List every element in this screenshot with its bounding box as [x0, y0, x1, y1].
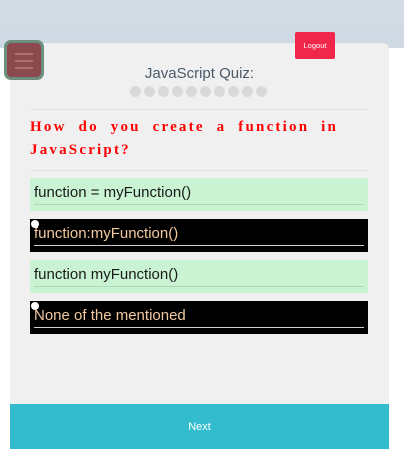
answer-text: function:myFunction() — [34, 225, 179, 242]
answer-option[interactable]: function = myFunction() — [30, 178, 368, 211]
question-text: How do you create a function in JavaScri… — [30, 119, 339, 158]
progress-dot — [228, 86, 239, 97]
radio-icon — [31, 220, 39, 228]
answer-text: function = myFunction() — [34, 184, 192, 201]
progress-dot — [200, 86, 211, 97]
answer-underline — [34, 245, 364, 246]
progress-dot — [158, 86, 169, 97]
next-button[interactable]: Next — [10, 404, 389, 449]
progress-dot — [144, 86, 155, 97]
answer-underline — [34, 286, 364, 287]
progress-dot — [214, 86, 225, 97]
menu-bar — [15, 60, 33, 62]
progress-dot — [242, 86, 253, 97]
answer-underline — [34, 327, 364, 328]
progress-dot — [130, 86, 141, 97]
menu-bar — [15, 53, 33, 55]
answer-underline — [34, 204, 364, 205]
logout-button[interactable]: Logout — [295, 32, 335, 59]
radio-icon — [31, 302, 39, 310]
page-right-strip — [392, 48, 404, 449]
progress-dot — [172, 86, 183, 97]
progress-dot — [256, 86, 267, 97]
progress-dot — [186, 86, 197, 97]
divider — [30, 170, 368, 171]
progress-dots — [130, 86, 267, 97]
answer-text: None of the mentioned — [34, 307, 186, 324]
answer-option[interactable]: function:myFunction() — [30, 219, 368, 252]
quiz-title: JavaScript Quiz: — [144, 65, 255, 82]
answer-option[interactable]: None of the mentioned — [30, 301, 368, 334]
top-banner — [0, 0, 404, 48]
answer-option[interactable]: function myFunction() — [30, 260, 368, 293]
divider — [30, 109, 368, 110]
answer-text: function myFunction() — [34, 266, 179, 283]
